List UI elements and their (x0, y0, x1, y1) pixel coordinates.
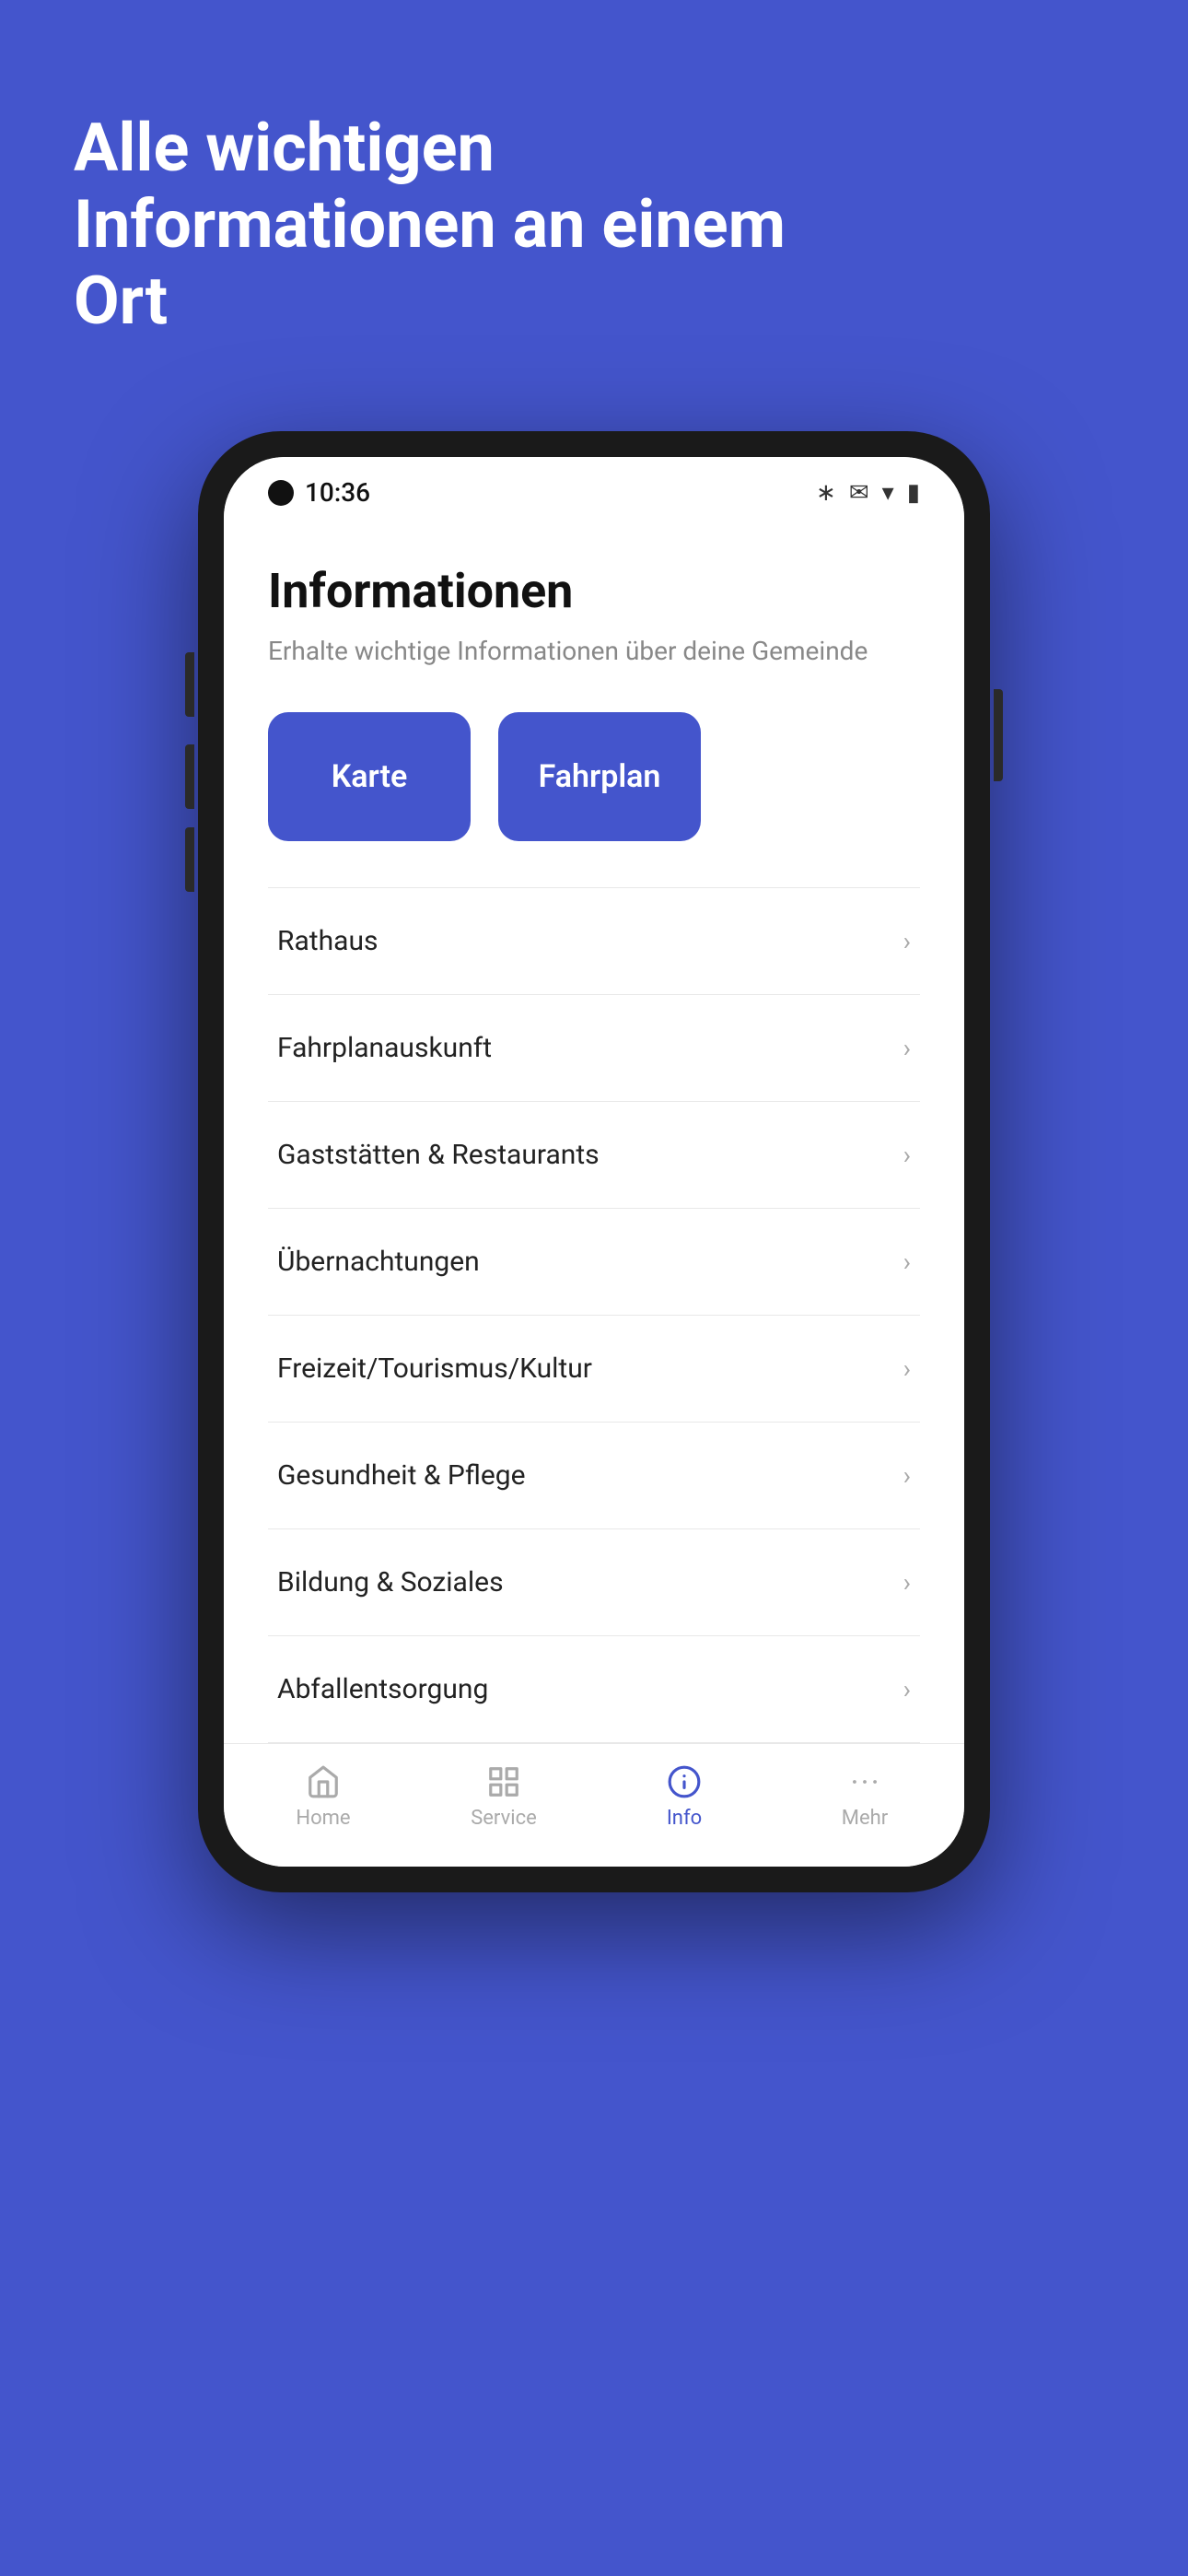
list-item-uebernachtungen[interactable]: Übernachtungen › (268, 1209, 920, 1316)
list-item-bildung-label: Bildung & Soziales (277, 1566, 504, 1598)
phone-screen: 10:36 ∗ ✉ ▾ ▮ Informationen Erhalte wich… (224, 457, 964, 1867)
list-item-gaststaetten[interactable]: Gaststätten & Restaurants › (268, 1102, 920, 1209)
info-circle-icon (667, 1764, 702, 1799)
phone-shell: 10:36 ∗ ✉ ▾ ▮ Informationen Erhalte wich… (198, 431, 990, 1892)
list-item-rathaus[interactable]: Rathaus › (268, 888, 920, 995)
karte-button[interactable]: Karte (268, 712, 471, 841)
fahrplanauskunft-chevron: › (903, 1033, 911, 1063)
grid-icon (486, 1764, 521, 1799)
nav-mehr-label: Mehr (842, 1807, 888, 1830)
page-title: Informationen (268, 563, 920, 619)
uebernachtungen-chevron: › (903, 1247, 911, 1277)
status-icons: ∗ ✉ ▾ ▮ (816, 479, 920, 507)
app-content: Informationen Erhalte wichtige Informati… (224, 517, 964, 1743)
nav-mehr[interactable]: Mehr (809, 1764, 920, 1830)
front-camera (268, 480, 294, 506)
nav-service-label: Service (471, 1807, 537, 1830)
battery-icon: ▮ (907, 479, 920, 507)
nav-service[interactable]: Service (448, 1764, 559, 1830)
list-item-rathaus-label: Rathaus (277, 925, 378, 957)
nav-home-label: Home (296, 1807, 350, 1830)
info-list: Rathaus › Fahrplanauskunft › Gaststätten… (268, 887, 920, 1743)
abfall-chevron: › (903, 1674, 911, 1704)
quick-actions: Karte Fahrplan (268, 712, 920, 841)
status-time-container: 10:36 (268, 477, 370, 508)
list-item-bildung[interactable]: Bildung & Soziales › (268, 1529, 920, 1636)
freizeit-chevron: › (903, 1353, 911, 1384)
bluetooth-icon: ∗ (816, 479, 836, 507)
list-item-gaststaetten-label: Gaststätten & Restaurants (277, 1139, 600, 1171)
hero-text: Alle wichtigen Informationen an einem Or… (74, 111, 829, 339)
bell-off-icon: ✉ (849, 479, 869, 507)
dots-icon (847, 1764, 882, 1799)
list-item-freizeit[interactable]: Freizeit/Tourismus/Kultur › (268, 1316, 920, 1423)
wifi-icon: ▾ (882, 479, 894, 507)
list-item-gesundheit[interactable]: Gesundheit & Pflege › (268, 1423, 920, 1529)
rathaus-chevron: › (903, 926, 911, 956)
list-item-uebernachtungen-label: Übernachtungen (277, 1246, 480, 1278)
nav-info[interactable]: Info (629, 1764, 740, 1830)
list-item-abfall[interactable]: Abfallentsorgung › (268, 1636, 920, 1743)
bildung-chevron: › (903, 1567, 911, 1598)
fahrplan-button[interactable]: Fahrplan (498, 712, 701, 841)
page-subtitle: Erhalte wichtige Informationen über dein… (268, 636, 920, 666)
list-item-fahrplanauskunft-label: Fahrplanauskunft (277, 1032, 492, 1064)
list-item-gesundheit-label: Gesundheit & Pflege (277, 1459, 526, 1492)
list-item-abfall-label: Abfallentsorgung (277, 1673, 488, 1705)
nav-home[interactable]: Home (268, 1764, 379, 1830)
bottom-nav: Home Service Info (224, 1743, 964, 1867)
nav-info-label: Info (667, 1807, 702, 1830)
list-item-freizeit-label: Freizeit/Tourismus/Kultur (277, 1352, 592, 1385)
home-icon (306, 1764, 341, 1799)
list-item-fahrplanauskunft[interactable]: Fahrplanauskunft › (268, 995, 920, 1102)
time-display: 10:36 (305, 477, 370, 508)
gaststaetten-chevron: › (903, 1140, 911, 1170)
status-bar: 10:36 ∗ ✉ ▾ ▮ (224, 457, 964, 517)
gesundheit-chevron: › (903, 1460, 911, 1491)
